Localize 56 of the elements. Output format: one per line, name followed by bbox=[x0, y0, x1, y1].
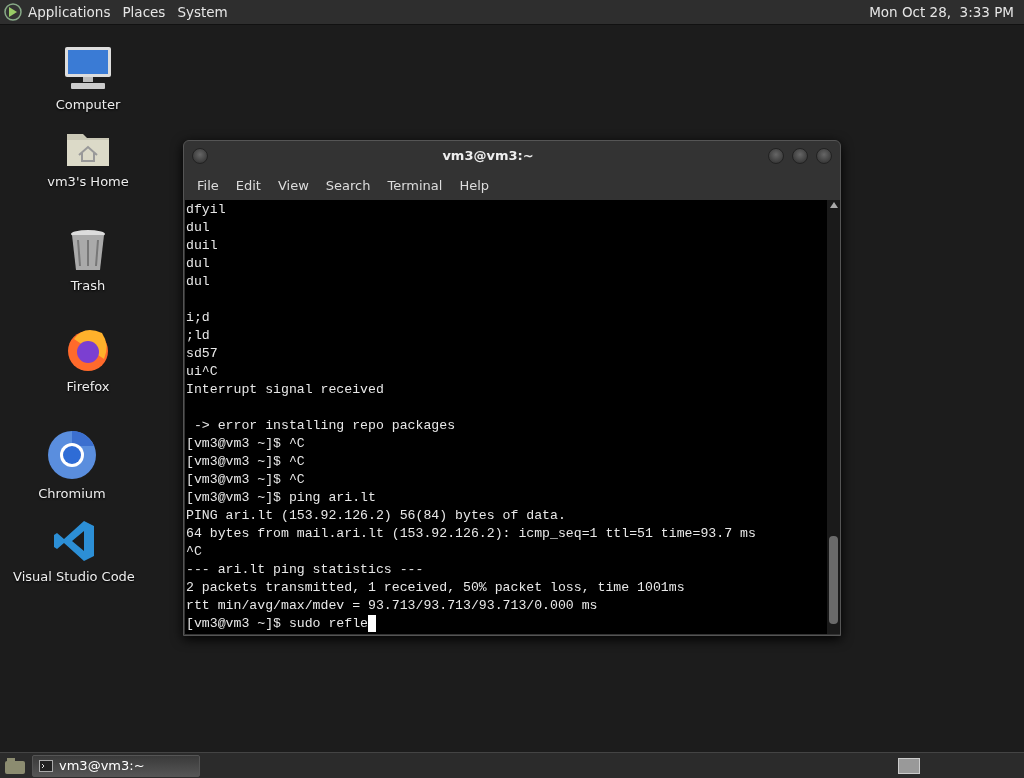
close-button[interactable] bbox=[816, 148, 832, 165]
panel-clock[interactable]: Mon Oct 28, 3:33 PM bbox=[863, 1, 1020, 23]
icon-label[interactable]: Chromium bbox=[38, 484, 106, 504]
terminal-line: i;d bbox=[186, 310, 210, 325]
terminal-line: ^C bbox=[186, 544, 202, 559]
terminal-line: dul bbox=[186, 256, 210, 271]
chromium-icon[interactable] bbox=[47, 430, 97, 480]
terminal-line: ui^C bbox=[186, 364, 218, 379]
panel-menu[interactable]: Places bbox=[116, 1, 172, 23]
icon-label[interactable]: Visual Studio Code bbox=[13, 567, 135, 587]
terminal-line: Interrupt signal received bbox=[186, 382, 384, 397]
terminal-line: [vm3@vm3 ~]$ sudo refle bbox=[186, 616, 369, 631]
terminal-line: rtt min/avg/max/mdev = 93.713/93.713/93.713/0.000 ms bbox=[186, 598, 598, 613]
terminal-line: PING ari.lt (153.92.126.2) 56(84) bytes of data. bbox=[186, 508, 566, 523]
menu-item[interactable]: File bbox=[188, 176, 227, 196]
menu-item[interactable]: Help bbox=[450, 176, 498, 196]
terminal-line: [vm3@vm3 ~]$ ^C bbox=[186, 472, 305, 487]
terminal-line: dul bbox=[186, 274, 210, 289]
terminal-line: [vm3@vm3 ~]$ ^C bbox=[186, 454, 305, 469]
terminal-icon bbox=[39, 759, 53, 772]
menu-item[interactable]: View bbox=[268, 176, 317, 196]
icon-label[interactable]: Trash bbox=[70, 276, 106, 296]
text-cursor bbox=[368, 615, 377, 632]
show-desktop-icon[interactable] bbox=[4, 756, 26, 775]
workspace-switcher[interactable] bbox=[898, 757, 920, 774]
taskbar-button[interactable]: vm3@vm3:~ bbox=[32, 754, 200, 777]
window-title: vm3@vm3:~ bbox=[442, 147, 534, 166]
icon-label[interactable]: Computer bbox=[55, 95, 121, 115]
trash-can-icon[interactable] bbox=[68, 228, 108, 272]
terminal-line: 64 bytes from mail.ari.lt (153.92.126.2): icmp_seq=1 ttl=51 time=93.7 ms bbox=[186, 526, 756, 541]
icon-label[interactable]: vm3's Home bbox=[47, 172, 129, 192]
scroll-up-arrow-icon bbox=[829, 202, 838, 208]
scrollbar-thumb[interactable] bbox=[829, 536, 838, 624]
menu-item[interactable]: Edit bbox=[226, 176, 269, 196]
terminal-line: [vm3@vm3 ~]$ ^C bbox=[186, 436, 305, 451]
terminal-line: 2 packets transmitted, 1 received, 50% packet loss, time 1001ms bbox=[186, 580, 685, 595]
scrollbar[interactable] bbox=[827, 200, 840, 634]
terminal-line: dfyil bbox=[186, 202, 226, 217]
minimize-button[interactable] bbox=[768, 148, 784, 165]
icon-label[interactable]: Firefox bbox=[66, 377, 110, 397]
window-menu-button[interactable] bbox=[192, 148, 208, 165]
vscode-icon[interactable] bbox=[52, 519, 96, 563]
terminal-line: -> error installing repo packages bbox=[192, 418, 456, 433]
panel-menu[interactable]: System bbox=[171, 1, 234, 23]
app-menu-icon[interactable] bbox=[4, 3, 22, 21]
maximize-button[interactable] bbox=[792, 148, 808, 165]
terminal-line: --- ari.lt ping statistics --- bbox=[186, 562, 424, 577]
terminal-line: [vm3@vm3 ~]$ ping ari.lt bbox=[186, 490, 376, 505]
menu-item[interactable]: Search bbox=[316, 176, 379, 196]
terminal-line: ;ld bbox=[186, 328, 210, 343]
menu-item[interactable]: Terminal bbox=[378, 176, 451, 196]
monitor-icon[interactable] bbox=[63, 45, 113, 91]
terminal-line: sd57 bbox=[186, 346, 218, 361]
terminal-line: dul bbox=[186, 220, 210, 235]
panel-menu[interactable]: Applications bbox=[22, 1, 117, 23]
terminal-line: duil bbox=[186, 238, 218, 253]
